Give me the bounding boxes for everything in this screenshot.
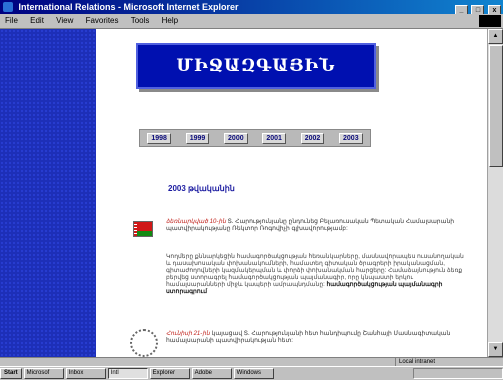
window-title: International Relations - Microsoft Inte…	[18, 2, 239, 12]
menu-edit[interactable]: Edit	[30, 16, 44, 25]
university-seal-image	[130, 329, 158, 357]
year-link-1998[interactable]: 1998	[147, 132, 171, 144]
menu-help[interactable]: Help	[162, 16, 178, 25]
taskbar-item[interactable]: Adobe	[191, 368, 232, 379]
browser-viewport: ՄԻՋԱԶԳԱՅԻՆ ԿԱՊԵՐ 1998 1999 2000 2001 200…	[0, 29, 503, 357]
taskbar-item-active[interactable]: Intl	[107, 368, 148, 379]
taskbar: Start Microsof Inbox Intl Explorer Adobe…	[0, 366, 503, 380]
news-item-1-body: Կողմերը քննարկեցին համագործակցության հեռ…	[166, 254, 466, 296]
scroll-up-icon[interactable]: ▲	[488, 29, 503, 44]
news-item-2: Հունիսի 21-ին կայացավ Տ. Հարությունյանի …	[166, 331, 466, 345]
belarus-flag-image	[133, 221, 153, 237]
page-banner: ՄԻՋԱԶԳԱՅԻՆ ԿԱՊԵՐ	[136, 43, 376, 118]
taskbar-item[interactable]: Microsof	[23, 368, 64, 379]
news-item-2-date: Հունիսի 21-ին	[166, 331, 210, 337]
menu-view[interactable]: View	[56, 16, 73, 25]
scroll-down-icon[interactable]: ▼	[488, 342, 503, 357]
menu-favorites[interactable]: Favorites	[86, 16, 119, 25]
windows-logo-icon	[479, 15, 501, 27]
system-tray	[413, 368, 503, 379]
year-subheading: 2003 թվականին	[168, 184, 235, 193]
left-decorative-panel	[0, 29, 96, 357]
start-button[interactable]: Start	[0, 368, 22, 379]
vertical-scrollbar[interactable]: ▲ ▼	[487, 29, 503, 357]
page-content: ՄԻՋԱԶԳԱՅԻՆ ԿԱՊԵՐ 1998 1999 2000 2001 200…	[96, 29, 488, 357]
news-item-1-date: ձեռնարկված 10-ին	[166, 219, 226, 225]
year-link-2001[interactable]: 2001	[262, 132, 286, 144]
year-nav: 1998 1999 2000 2001 2002 2003	[139, 129, 371, 147]
menu-bar: File Edit View Favorites Tools Help	[0, 14, 503, 29]
year-link-2003[interactable]: 2003	[339, 132, 363, 144]
news-item-1: ձեռնարկված 10-ին Տ. Հարությունյանը ընդու…	[166, 219, 466, 233]
ie-icon	[3, 2, 13, 12]
year-link-1999[interactable]: 1999	[185, 132, 210, 144]
menu-file[interactable]: File	[5, 16, 18, 25]
window-title-bar: International Relations - Microsoft Inte…	[0, 0, 503, 16]
taskbar-item[interactable]: Windows	[233, 368, 274, 379]
taskbar-item[interactable]: Inbox	[65, 368, 106, 379]
year-link-2002[interactable]: 2002	[300, 132, 325, 144]
year-link-2000[interactable]: 2000	[224, 132, 248, 144]
scroll-thumb[interactable]	[489, 45, 503, 167]
menu-tools[interactable]: Tools	[131, 16, 150, 25]
taskbar-item[interactable]: Explorer	[149, 368, 190, 379]
